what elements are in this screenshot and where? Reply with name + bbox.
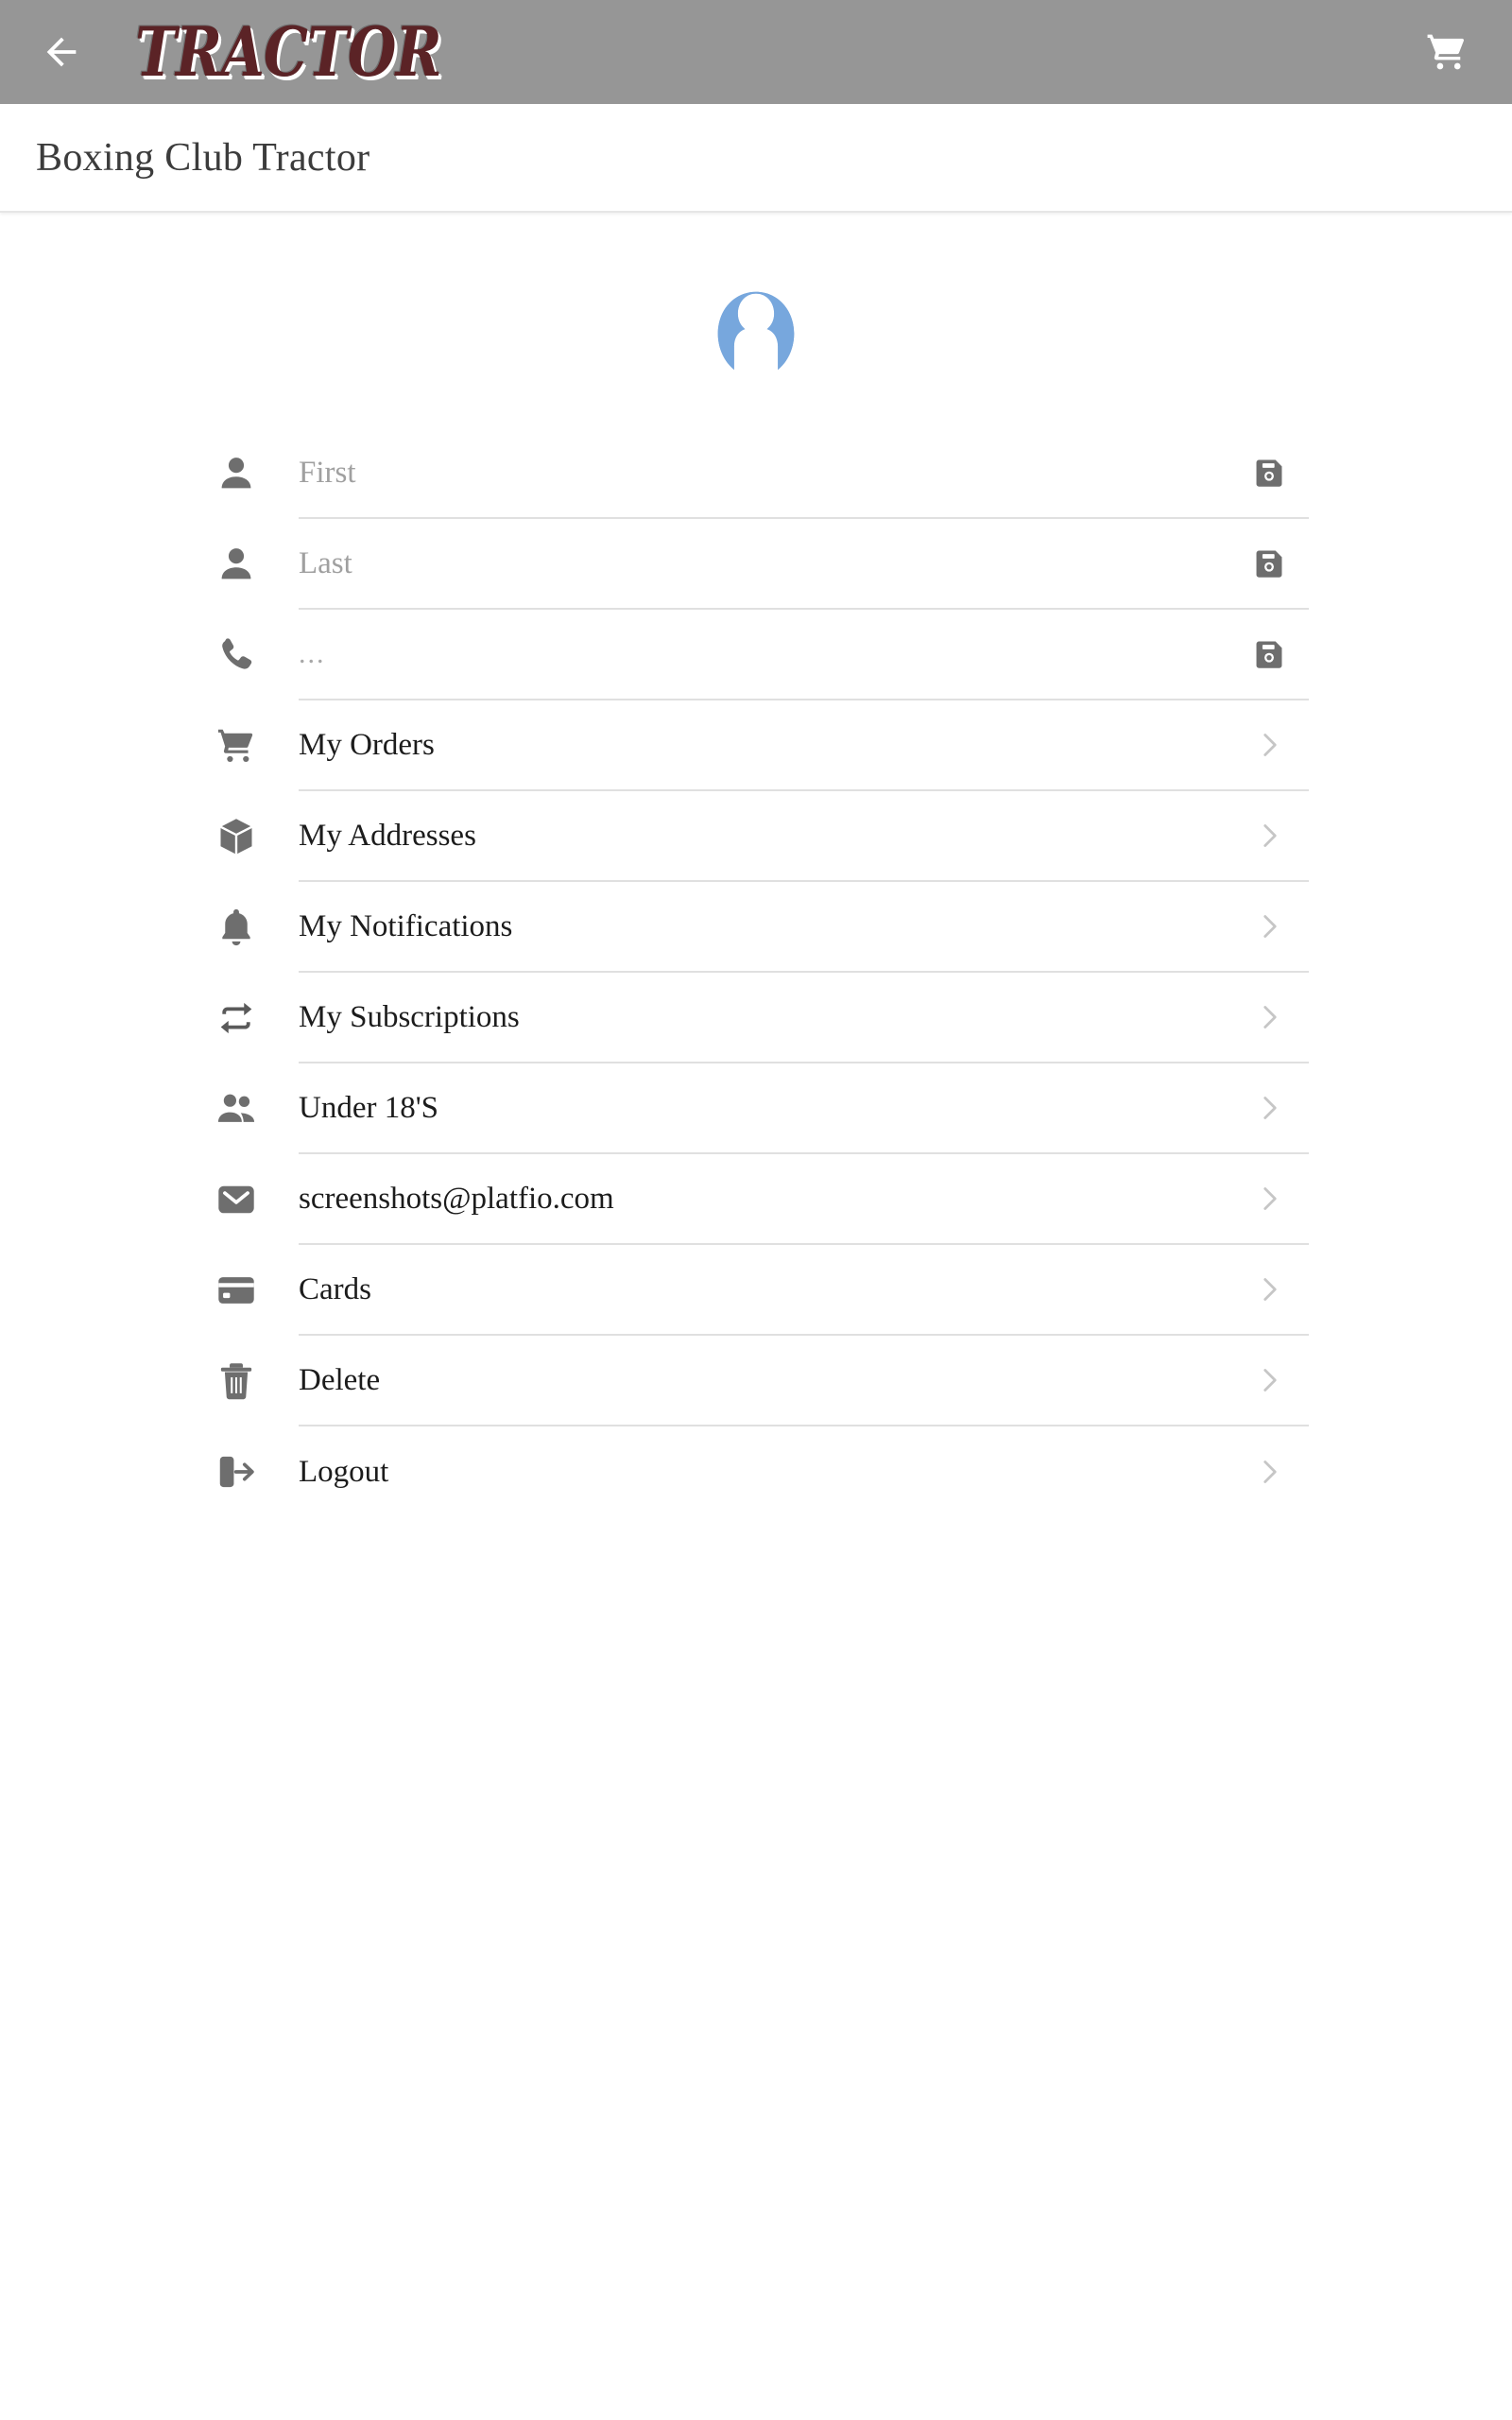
menu-item-my-subscriptions[interactable]: My Subscriptions (215, 973, 1309, 1063)
menu-body-delete: Delete (299, 1336, 1309, 1426)
field-icon-phone (215, 634, 280, 676)
save-icon (1256, 459, 1282, 487)
chevron-right-icon (1263, 1006, 1277, 1028)
menu-icon-delete (215, 1360, 280, 1402)
menu-chevron-my-subscriptions[interactable] (1243, 1003, 1296, 1031)
phone-icon (222, 638, 252, 669)
menu-label-email: screenshots@platfio.com (299, 1181, 614, 1216)
first-name-input[interactable]: First (299, 456, 1243, 491)
menu-label-cards: Cards (299, 1271, 371, 1306)
chevron-right-icon (1263, 1369, 1277, 1392)
field-row-last: Last (215, 519, 1309, 610)
field-body-phone: ... (299, 610, 1309, 700)
chevron-right-icon (1263, 1461, 1277, 1483)
menu-label-my-orders: My Orders (299, 727, 435, 762)
menu-body-my-orders: My Orders (299, 700, 1309, 791)
menu-icon-my-notifications (215, 907, 280, 948)
menu-chevron-under-18s[interactable] (1243, 1094, 1296, 1122)
menu-label-my-notifications: My Notifications (299, 908, 513, 943)
phone-input[interactable]: ... (299, 638, 1243, 670)
menu-chevron-cards[interactable] (1243, 1275, 1296, 1304)
menu-item-logout[interactable]: Logout (215, 1426, 1309, 1517)
field-icon-first (215, 453, 280, 494)
menu-item-my-addresses[interactable]: My Addresses (215, 791, 1309, 882)
menu-icon-email (215, 1179, 280, 1220)
field-body-first: First (299, 428, 1309, 519)
menu-body-under-18s: Under 18'S (299, 1063, 1309, 1154)
menu-chevron-my-orders[interactable] (1243, 731, 1296, 759)
menu-icon-under-18s (215, 1088, 280, 1130)
menu-label-under-18s: Under 18'S (299, 1090, 439, 1125)
page-title-bar: Boxing Club Tractor (0, 104, 1512, 213)
save-icon (1256, 550, 1282, 578)
save-first-name-button[interactable] (1243, 457, 1296, 489)
brand-logo-text: TRACTOR (134, 11, 442, 93)
page-title: Boxing Club Tractor (36, 135, 370, 180)
menu-label-my-addresses: My Addresses (299, 818, 476, 853)
menu-item-cards[interactable]: Cards (215, 1245, 1309, 1336)
menu-label-my-subscriptions: My Subscriptions (299, 999, 520, 1034)
credit-card-icon (218, 1277, 254, 1304)
trash-icon (220, 1363, 252, 1400)
menu-chevron-my-addresses[interactable] (1243, 821, 1296, 850)
envelope-icon (218, 1185, 254, 1214)
person-icon (221, 458, 251, 489)
menu-icon-cards (215, 1270, 280, 1311)
menu-icon-logout (215, 1451, 280, 1493)
menu-icon-my-orders (215, 725, 280, 767)
chevron-right-icon (1263, 734, 1277, 756)
menu-icon-my-subscriptions (215, 997, 280, 1039)
menu-body-cards: Cards (299, 1245, 1309, 1336)
field-row-first: First (215, 428, 1309, 519)
field-body-last: Last (299, 519, 1309, 610)
menu-item-delete[interactable]: Delete (215, 1336, 1309, 1426)
repeat-icon (220, 1002, 252, 1034)
menu-item-under-18s[interactable]: Under 18'S (215, 1063, 1309, 1154)
menu-body-my-addresses: My Addresses (299, 791, 1309, 882)
avatar-container (0, 213, 1512, 428)
back-button[interactable] (32, 23, 91, 81)
menu-icon-my-addresses (215, 816, 280, 857)
field-row-phone: ... (215, 610, 1309, 700)
last-name-input[interactable]: Last (299, 546, 1243, 581)
menu-chevron-logout[interactable] (1243, 1458, 1296, 1486)
menu-label-logout: Logout (299, 1454, 389, 1489)
menu-body-logout: Logout (299, 1426, 1309, 1517)
app-bar: TRACTOR (0, 0, 1512, 104)
person-icon (221, 548, 251, 579)
cart-button[interactable] (1414, 19, 1480, 85)
field-icon-last (215, 544, 280, 585)
menu-label-delete: Delete (299, 1362, 381, 1397)
save-phone-button[interactable] (1243, 638, 1296, 670)
box-icon (219, 819, 253, 855)
shopping-cart-icon (1427, 34, 1465, 70)
avatar[interactable] (711, 286, 801, 377)
save-icon (1256, 641, 1282, 668)
menu-item-my-orders[interactable]: My Orders (215, 700, 1309, 791)
arrow-left-icon (46, 37, 77, 67)
bell-icon (222, 908, 250, 946)
save-last-name-button[interactable] (1243, 547, 1296, 579)
chevron-right-icon (1263, 1097, 1277, 1119)
chevron-right-icon (1263, 1187, 1277, 1210)
menu-body-my-subscriptions: My Subscriptions (299, 973, 1309, 1063)
menu-body-email: screenshots@platfio.com (299, 1154, 1309, 1245)
chevron-right-icon (1263, 915, 1277, 938)
shopping-cart-icon (217, 729, 253, 763)
menu-chevron-email[interactable] (1243, 1184, 1296, 1213)
brand-logo[interactable]: TRACTOR (134, 0, 442, 104)
logout-icon (219, 1456, 254, 1488)
menu-item-my-notifications[interactable]: My Notifications (215, 882, 1309, 973)
people-icon (217, 1094, 255, 1122)
chevron-right-icon (1263, 1278, 1277, 1301)
menu-chevron-my-notifications[interactable] (1243, 912, 1296, 941)
menu-item-email[interactable]: screenshots@platfio.com (215, 1154, 1309, 1245)
chevron-right-icon (1263, 824, 1277, 847)
menu-body-my-notifications: My Notifications (299, 882, 1309, 973)
menu-chevron-delete[interactable] (1243, 1366, 1296, 1394)
account-list: First Last ... My Orders My Addresses My… (0, 428, 1512, 1517)
